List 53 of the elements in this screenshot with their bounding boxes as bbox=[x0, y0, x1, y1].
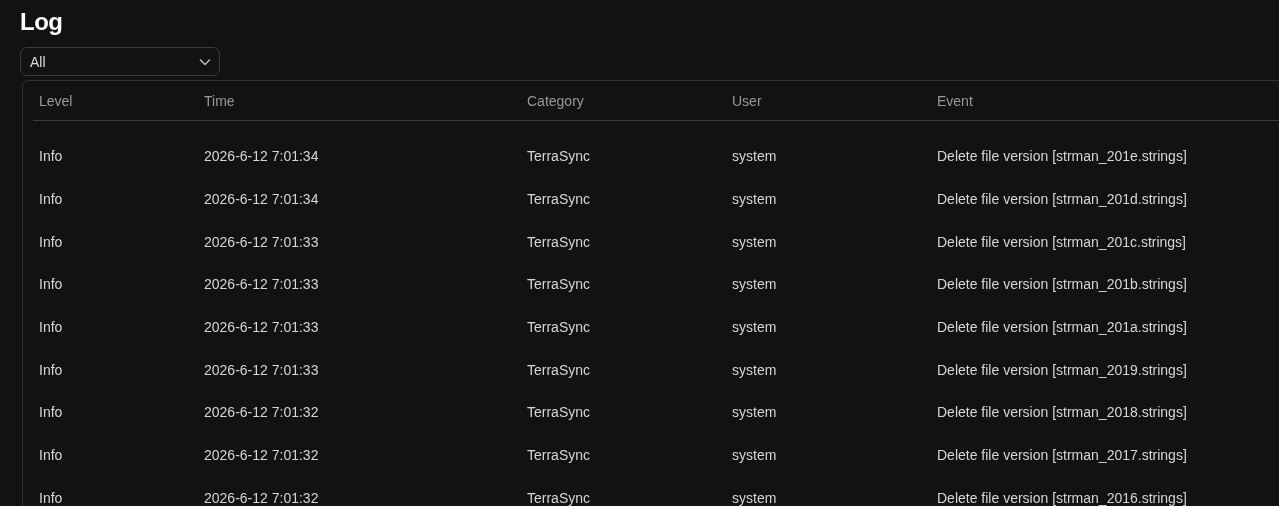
table-cell-text: 2026-6-12 7:01:34 bbox=[204, 148, 320, 165]
table-cell-text: 2026-6-12 7:01:32 bbox=[204, 489, 320, 506]
table-cell-text: Delete file version [strman_201a.strings] bbox=[937, 319, 1188, 336]
table-cell-text: system bbox=[732, 148, 778, 165]
table-cell-text: system bbox=[732, 361, 778, 378]
table-cell-text: Info bbox=[39, 191, 64, 208]
table-cell-text: 2026-6-12 7:01:33 bbox=[204, 319, 320, 336]
table-cell-text: TerraSync bbox=[527, 191, 592, 208]
table-cell-text: Info bbox=[39, 148, 64, 165]
table-cell-text: 2026-6-12 7:01:32 bbox=[204, 404, 320, 421]
column-header: Category bbox=[527, 93, 585, 109]
column-header: User bbox=[732, 93, 763, 109]
table-cell-text: Delete file version [strman_2018.strings] bbox=[937, 404, 1188, 421]
table-cell-text: TerraSync bbox=[527, 319, 592, 336]
table-cell-text: Delete file version [strman_201d.strings] bbox=[937, 191, 1188, 208]
table-cell-text: Info bbox=[39, 233, 64, 250]
column-header: Time bbox=[204, 93, 236, 109]
table-cell-text: system bbox=[732, 191, 778, 208]
table-cell-text: system bbox=[732, 233, 778, 250]
filter-dropdown[interactable]: All bbox=[20, 47, 220, 76]
page-title: Log bbox=[20, 7, 64, 37]
table-cell-text: Delete file version [strman_2019.strings] bbox=[937, 361, 1188, 378]
table-cell-text: Delete file version [strman_2017.strings] bbox=[937, 447, 1188, 464]
table-cell-text: TerraSync bbox=[527, 489, 592, 506]
table-cell-text: TerraSync bbox=[527, 233, 592, 250]
table-cell-text: 2026-6-12 7:01:32 bbox=[204, 447, 320, 464]
table-cell-text: TerraSync bbox=[527, 361, 592, 378]
table-cell-text: TerraSync bbox=[527, 148, 592, 165]
table-cell-text: Delete file version [strman_201e.strings] bbox=[937, 148, 1188, 165]
column-header: Level bbox=[39, 93, 74, 109]
table-cell-text: Info bbox=[39, 489, 64, 506]
table-cell-text: TerraSync bbox=[527, 276, 592, 293]
table-cell-text: 2026-6-12 7:01:34 bbox=[204, 191, 320, 208]
table-cell-text: Delete file version [strman_201c.strings] bbox=[937, 233, 1187, 250]
table-cell-text: Delete file version [strman_201b.strings] bbox=[937, 276, 1188, 293]
table-cell-text: system bbox=[732, 319, 778, 336]
table-cell-text: Delete file version [strman_2016.strings] bbox=[937, 489, 1188, 506]
table-cell-text: 2026-6-12 7:01:33 bbox=[204, 233, 320, 250]
table-cell-text: 2026-6-12 7:01:33 bbox=[204, 361, 320, 378]
column-header: Event bbox=[937, 93, 974, 109]
table-cell-text: system bbox=[732, 276, 778, 293]
table-cell-text: system bbox=[732, 404, 778, 421]
table-cell-text: Info bbox=[39, 319, 64, 336]
table-cell-text: system bbox=[732, 447, 778, 464]
table-cell-text: Info bbox=[39, 404, 64, 421]
table-cell-text: Info bbox=[39, 276, 64, 293]
table-cell-text: Info bbox=[39, 361, 64, 378]
chevron-down-icon bbox=[199, 57, 211, 66]
table-cell-text: TerraSync bbox=[527, 404, 592, 421]
table-cell-text: system bbox=[732, 489, 778, 506]
table-cell-text: 2026-6-12 7:01:33 bbox=[204, 276, 320, 293]
table-cell-text: TerraSync bbox=[527, 447, 592, 464]
table-cell-text: Info bbox=[39, 447, 64, 464]
